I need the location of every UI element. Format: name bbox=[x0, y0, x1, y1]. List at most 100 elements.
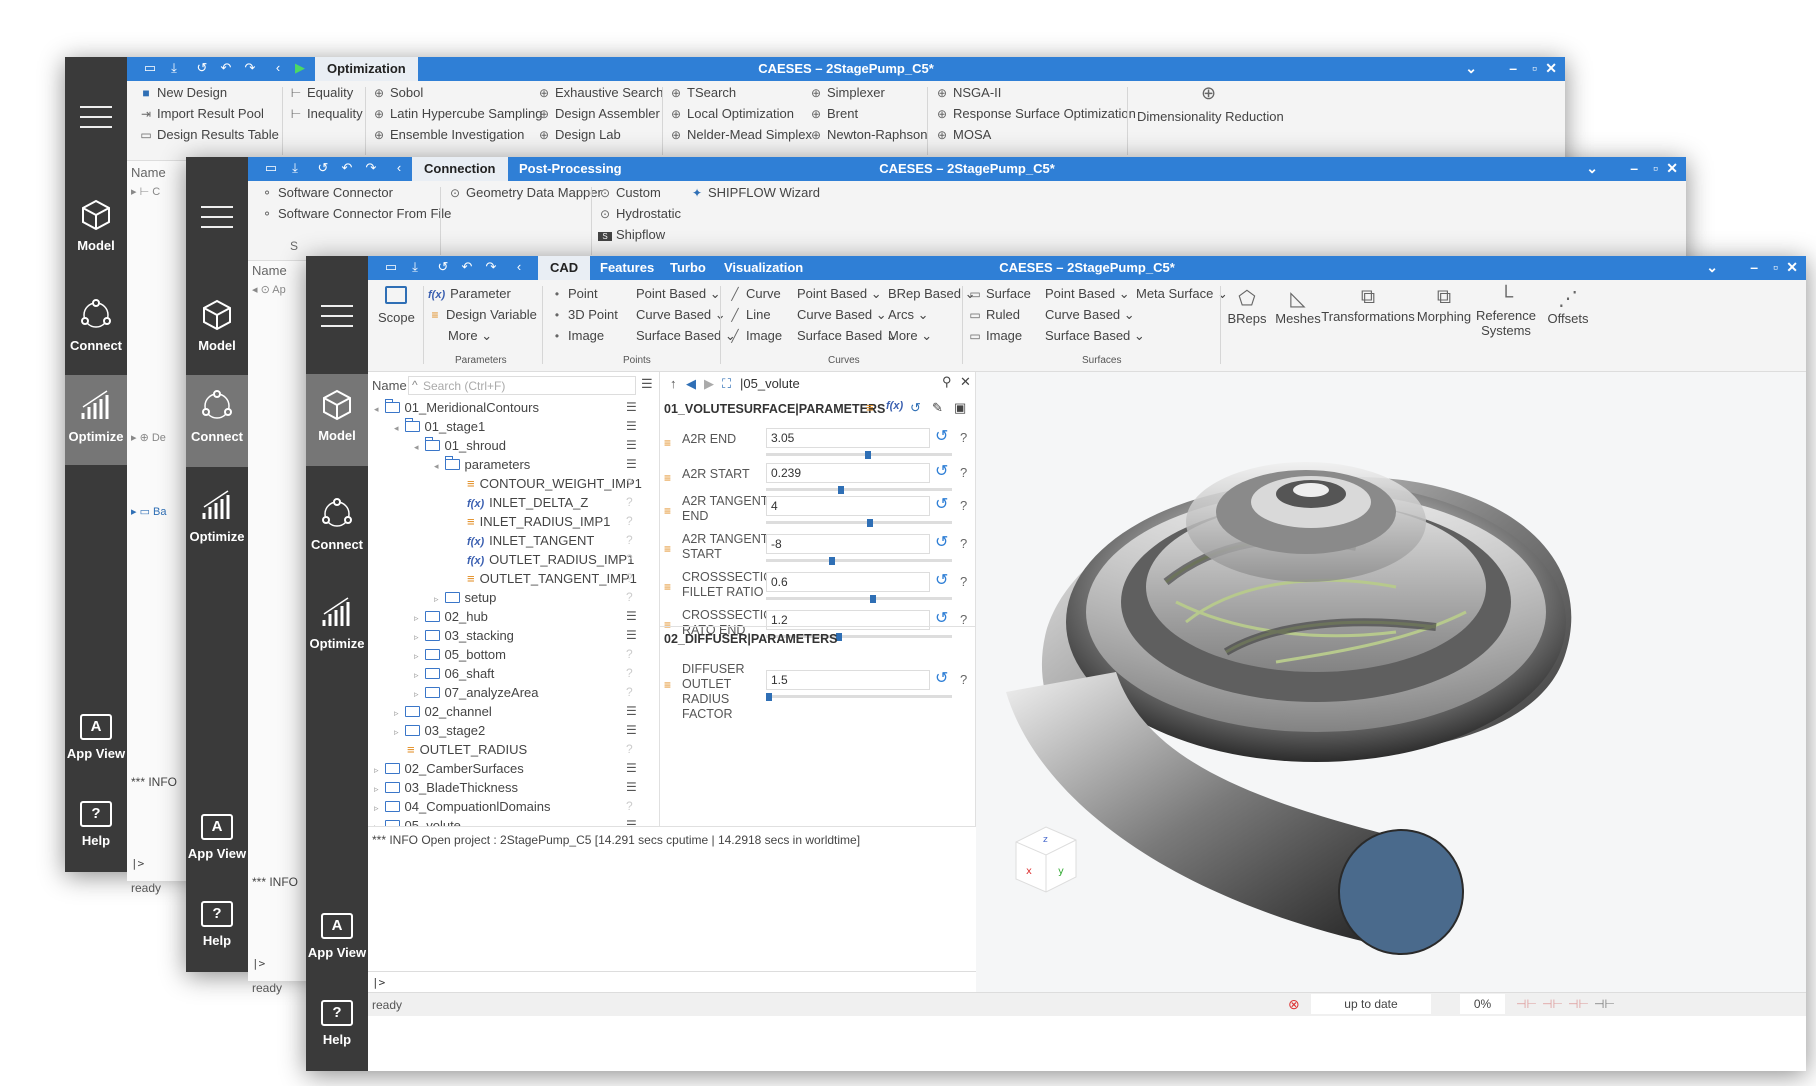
slider-track[interactable] bbox=[766, 453, 952, 456]
help-question-icon[interactable]: ? bbox=[960, 498, 967, 513]
expand-icon[interactable]: ▹ bbox=[394, 708, 399, 718]
close-icon[interactable]: ✕ bbox=[1545, 60, 1557, 77]
help-small-icon[interactable]: ? bbox=[626, 550, 633, 569]
help-small-icon[interactable]: ? bbox=[626, 683, 633, 702]
reference-systems-button[interactable]: └ Reference Systems bbox=[1476, 286, 1536, 338]
tree-row[interactable]: ▹ setup bbox=[434, 588, 496, 607]
surface-curve-based-menu[interactable]: Curve Based ⌄ bbox=[1045, 307, 1135, 323]
appview-small-icon[interactable]: ▣ bbox=[954, 400, 966, 416]
tree-row[interactable]: ▹ 05_bottom bbox=[414, 645, 506, 664]
nav-model[interactable]: Model bbox=[65, 184, 127, 280]
mosa-button[interactable]: ⊕ MOSA bbox=[935, 127, 991, 142]
slider-thumb[interactable] bbox=[766, 693, 772, 701]
tool-icon-2[interactable]: ⊣⊢ bbox=[1542, 997, 1563, 1011]
reset-icon[interactable]: ↺ bbox=[935, 532, 948, 552]
tool-icon-4[interactable]: ⊣⊢ bbox=[1594, 997, 1615, 1011]
close-icon[interactable]: ✕ bbox=[1786, 259, 1798, 276]
sobol-button[interactable]: ⊕ Sobol bbox=[372, 85, 423, 100]
expand-icon[interactable]: ▹ bbox=[434, 594, 439, 604]
expand-icon[interactable]: ▹ bbox=[414, 651, 419, 661]
minimize-icon[interactable]: – bbox=[1509, 60, 1517, 76]
nav-appview[interactable]: A App View bbox=[65, 700, 127, 796]
tree-row[interactable]: ◂ 01_shroud bbox=[414, 436, 506, 455]
settings-icon[interactable]: ☰ bbox=[626, 417, 637, 436]
help-question-icon[interactable]: ? bbox=[960, 612, 967, 627]
software-connector-file-button[interactable]: ⚬ Software Connector From File bbox=[260, 206, 451, 221]
name-header[interactable]: Name bbox=[372, 376, 407, 395]
surface-surface-based-menu[interactable]: Surface Based ⌄ bbox=[1045, 328, 1145, 344]
help-small-icon[interactable]: ? bbox=[626, 797, 633, 816]
curve-button[interactable]: ╱ Curve bbox=[728, 286, 780, 301]
minimize-icon[interactable]: – bbox=[1630, 160, 1638, 176]
rso-button[interactable]: ⊕ Response Surface Optimization bbox=[935, 106, 1136, 121]
settings-icon[interactable]: ☰ bbox=[626, 778, 637, 797]
design-assembler-button[interactable]: ⊕ Design Assembler bbox=[537, 106, 660, 121]
tree-row[interactable]: ≡ OUTLET_TANGENT_IMP1 bbox=[454, 569, 637, 588]
nelder-mead-button[interactable]: ⊕ Nelder-Mead Simplex bbox=[669, 127, 812, 142]
curve-image-button[interactable]: ╱ Image bbox=[728, 328, 782, 343]
expand-icon[interactable]: ◂ bbox=[374, 404, 379, 414]
curve-point-based-menu[interactable]: Point Based ⌄ bbox=[797, 286, 882, 302]
curves-more-menu[interactable]: More ⌄ bbox=[888, 328, 932, 344]
nav-appview[interactable]: A App View bbox=[306, 899, 368, 995]
parameter-value-input[interactable]: 1.2 bbox=[766, 610, 930, 630]
reset-icon[interactable]: ↺ bbox=[935, 494, 948, 514]
parameter-value-input[interactable]: 0.6 bbox=[766, 572, 930, 592]
scope-button[interactable]: Scope bbox=[378, 286, 415, 325]
tsearch-button[interactable]: ⊕ TSearch bbox=[669, 85, 736, 100]
parameter-value-input[interactable]: 3.05 bbox=[766, 428, 930, 448]
expand-icon[interactable]: ▹ bbox=[374, 765, 379, 775]
curve-curve-based-menu[interactable]: Curve Based ⌄ bbox=[797, 307, 887, 323]
settings-icon[interactable]: ☰ bbox=[626, 759, 637, 778]
surface-image-button[interactable]: ▭ Image bbox=[968, 328, 1022, 343]
settings-icon[interactable]: ☰ bbox=[626, 721, 637, 740]
tree-row[interactable]: ▹ 02_CamberSurfaces bbox=[374, 759, 524, 778]
dimensionality-reduction-button[interactable]: ⊕ Dimensionality Reduction bbox=[1137, 83, 1284, 124]
slider-track[interactable] bbox=[766, 597, 952, 600]
shipflow-wizard-button[interactable]: ✦ SHIPFLOW Wizard bbox=[690, 185, 820, 200]
parameter-value-input[interactable]: -8 bbox=[766, 534, 930, 554]
parameter-value-input[interactable]: 4 bbox=[766, 496, 930, 516]
shipflow-button[interactable]: S Shipflow bbox=[598, 227, 665, 242]
search-icon[interactable]: ⚲ bbox=[942, 374, 952, 390]
hydrostatic-button[interactable]: ⊙ Hydrostatic bbox=[598, 206, 681, 221]
offsets-button[interactable]: ⋰ Offsets bbox=[1540, 286, 1596, 326]
nav-help[interactable]: ? Help bbox=[306, 986, 368, 1082]
tree-row[interactable]: ▹ 02_channel bbox=[394, 702, 492, 721]
lhs-button[interactable]: ⊕ Latin Hypercube Sampling bbox=[372, 106, 543, 121]
ruled-button[interactable]: ▭ Ruled bbox=[968, 307, 1020, 322]
edit-icon[interactable]: ✎ bbox=[932, 400, 943, 416]
simplexer-button[interactable]: ⊕ Simplexer bbox=[809, 85, 885, 100]
command-prompt[interactable]: |> bbox=[368, 971, 976, 993]
params-more-button[interactable]: More ⌄ bbox=[448, 328, 492, 344]
parameter-button[interactable]: f(x) Parameter bbox=[428, 286, 511, 301]
software-connector-button[interactable]: ⚬ Software Connector bbox=[260, 185, 393, 200]
nav-optimize[interactable]: Optimize bbox=[186, 475, 248, 571]
tree-row[interactable]: ▹ 04_CompuationlDomains bbox=[374, 797, 551, 816]
expand-icon[interactable]: ▹ bbox=[414, 632, 419, 642]
meshes-button[interactable]: ◺ Meshes bbox=[1273, 286, 1323, 326]
tree-row[interactable]: ▹ 03_stacking bbox=[414, 626, 514, 645]
settings-icon[interactable]: ☰ bbox=[626, 702, 637, 721]
settings-icon[interactable]: ☰ bbox=[626, 455, 637, 474]
point-based-menu[interactable]: Point Based ⌄ bbox=[636, 286, 721, 302]
fx-icon[interactable]: f(x) bbox=[886, 400, 903, 412]
curve-based-menu[interactable]: Curve Based ⌄ bbox=[636, 307, 726, 323]
filter-icon[interactable]: ☰ bbox=[641, 376, 653, 392]
nav-appview[interactable]: A App View bbox=[186, 800, 248, 896]
reset-all-icon[interactable]: ↺ bbox=[910, 400, 921, 416]
fit-icon[interactable]: ⛶ bbox=[722, 376, 731, 392]
expand-icon[interactable]: ◂ bbox=[394, 423, 399, 433]
help-question-icon[interactable]: ? bbox=[960, 536, 967, 551]
slider-track[interactable] bbox=[766, 559, 952, 562]
settings-icon[interactable]: ☰ bbox=[626, 436, 637, 455]
nav-help[interactable]: ? Help bbox=[65, 787, 127, 883]
tree-row[interactable]: ▹ 07_analyzeArea bbox=[414, 683, 539, 702]
slider-thumb[interactable] bbox=[829, 557, 835, 565]
breps-button[interactable]: ⬠ BReps bbox=[1226, 286, 1268, 326]
help-small-icon[interactable]: ? bbox=[626, 569, 633, 588]
minimize-icon[interactable]: – bbox=[1750, 259, 1758, 275]
newton-raphson-button[interactable]: ⊕ Newton-Raphson bbox=[809, 127, 927, 142]
ensemble-button[interactable]: ⊕ Ensemble Investigation bbox=[372, 127, 524, 142]
menu-icon[interactable] bbox=[201, 206, 233, 228]
